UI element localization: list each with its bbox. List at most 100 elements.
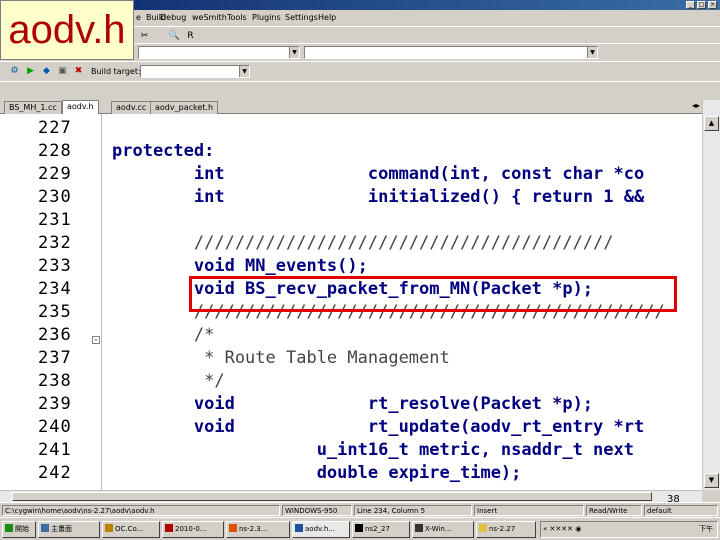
code-line: protected: [112,141,215,161]
task-label: aodv.h... [305,525,335,533]
task-label: ns-2.27 [489,525,516,533]
taskbar: 開始 主畫面 OC.Co... 2010-0... ns-2.3... aodv… [0,517,720,540]
menu-plugins[interactable]: Plugins [252,13,281,22]
scope-combo[interactable]: ▼ [138,46,300,59]
tab-aodv-h[interactable]: aodv.h [62,100,99,114]
line-number: 230 [38,187,72,207]
build-target-combo[interactable]: ▼ [140,65,250,78]
fold-margin [90,114,102,490]
line-number: 228 [38,141,72,161]
menu-tools[interactable]: Tools [227,13,247,22]
build-run-icon[interactable]: ◆ [40,64,53,77]
cut-icon[interactable]: ✂ [138,29,151,42]
task-button[interactable]: 2010-0... [162,521,224,538]
line-number: 233 [38,256,72,276]
task-label: X-Win... [425,525,452,533]
code-line: u_int16_t metric, nsaddr_t next [112,440,634,460]
code-line: /* [112,325,215,345]
tray-clock: 下午 [699,525,713,533]
code-line: double expire_time); [112,463,522,483]
tray-icons: « ✕✕✕✕ ◉ [543,525,582,533]
menu-settings[interactable]: Settings [285,13,318,22]
code-line: int command(int, const char *co [112,164,645,184]
symbol-combo[interactable]: ▼ [304,46,598,59]
tab-aodv-packet-h[interactable]: aodv_packet.h [150,101,219,114]
menu-edit[interactable]: e [136,13,141,22]
code-line: */ [112,371,225,391]
code-line: void rt_update(aodv_rt_entry *rt [112,417,645,437]
task-button[interactable]: ns2_27 [352,521,410,538]
browser-icon [229,524,237,532]
status-file-path: C:\cygwin\home\aodv\ns-2.27\aodv\aodv.h [2,505,280,516]
scroll-up-icon[interactable]: ▲ [704,116,719,131]
toolbar-build: ⚙ ▶ ◆ ▣ ✖ Build target: ▼ [0,61,720,81]
status-insert-mode: Insert [474,505,584,516]
rebuild-icon[interactable]: ▣ [56,64,69,77]
app-icon [105,524,113,532]
editor-tab-bar: BS_MH_1.cc aodv.h aodv.cc aodv_packet.h … [0,100,720,114]
find-icon[interactable]: 🔍 [168,29,181,42]
status-access: Read/Write [586,505,642,516]
x-window-icon [415,524,423,532]
task-button-active[interactable]: aodv.h... [292,521,350,538]
toolbar-debug [0,81,720,100]
terminal-icon [355,524,363,532]
task-label: 主畫面 [51,525,72,533]
vertical-scrollbar[interactable]: ▲ ▼ [702,100,720,490]
line-number: 242 [38,463,72,483]
line-number: 227 [38,118,72,138]
minimize-button[interactable]: _ [686,1,695,9]
code-line: int initialized() { return 1 && [112,187,645,207]
horizontal-scrollbar[interactable] [0,490,702,502]
horizontal-scroll-thumb[interactable] [12,492,652,501]
task-button[interactable]: ns-2.3... [226,521,290,538]
line-number: 241 [38,440,72,460]
menu-debug[interactable]: Debug [160,13,186,22]
tab-aodv-cc[interactable]: aodv.cc [111,101,152,114]
line-number: 231 [38,210,72,230]
slide-label: aodv.h [0,0,134,60]
close-button[interactable]: × [708,1,717,9]
scroll-down-icon[interactable]: ▼ [704,473,719,488]
task-button[interactable]: 主畫面 [38,521,100,538]
task-label: 2010-0... [175,525,207,533]
task-button[interactable]: X-Win... [412,521,474,538]
highlight-annotation [189,276,677,312]
line-number: 229 [38,164,72,184]
code-line: * Route Table Management [112,348,450,368]
line-number: 240 [38,417,72,437]
menu-help[interactable]: Help [318,13,336,22]
fold-toggle-icon[interactable]: - [92,336,100,344]
abort-icon[interactable]: ✖ [72,64,85,77]
tab-scroll-icon[interactable]: ◂▸ [692,101,700,110]
maximize-button[interactable]: □ [697,1,706,9]
run-icon[interactable]: ▶ [24,64,37,77]
windows-icon [5,524,13,532]
status-cursor-position: Line 234, Column 5 [354,505,472,516]
line-number: 235 [38,302,72,322]
task-label: ns-2.3... [239,525,268,533]
status-encoding: WINDOWS-950 [282,505,352,516]
status-language: default [644,505,718,516]
system-tray: « ✕✕✕✕ ◉ 下午 [540,521,718,538]
code-line: void rt_resolve(Packet *p); [112,394,594,414]
menu-wxsmith[interactable]: weSmith [192,13,227,22]
build-settings-icon[interactable]: ⚙ [8,64,21,77]
line-number: 237 [38,348,72,368]
chevron-down-icon: ▼ [239,66,249,77]
line-number: 234 [38,279,72,299]
tab-bs-mh-1[interactable]: BS_MH_1.cc [4,101,62,114]
start-button[interactable]: 開始 [2,521,36,538]
app-icon [165,524,173,532]
task-button[interactable]: ns-2.27 [476,521,536,538]
code-line: void MN_events(); [112,256,368,276]
task-button[interactable]: OC.Co... [102,521,160,538]
app-icon [295,524,303,532]
folder-icon [479,524,487,532]
replace-icon[interactable]: R [184,29,197,42]
line-number: 232 [38,233,72,253]
desktop-icon [41,524,49,532]
line-number: 238 [38,371,72,391]
start-label: 開始 [15,525,29,533]
line-number: 239 [38,394,72,414]
